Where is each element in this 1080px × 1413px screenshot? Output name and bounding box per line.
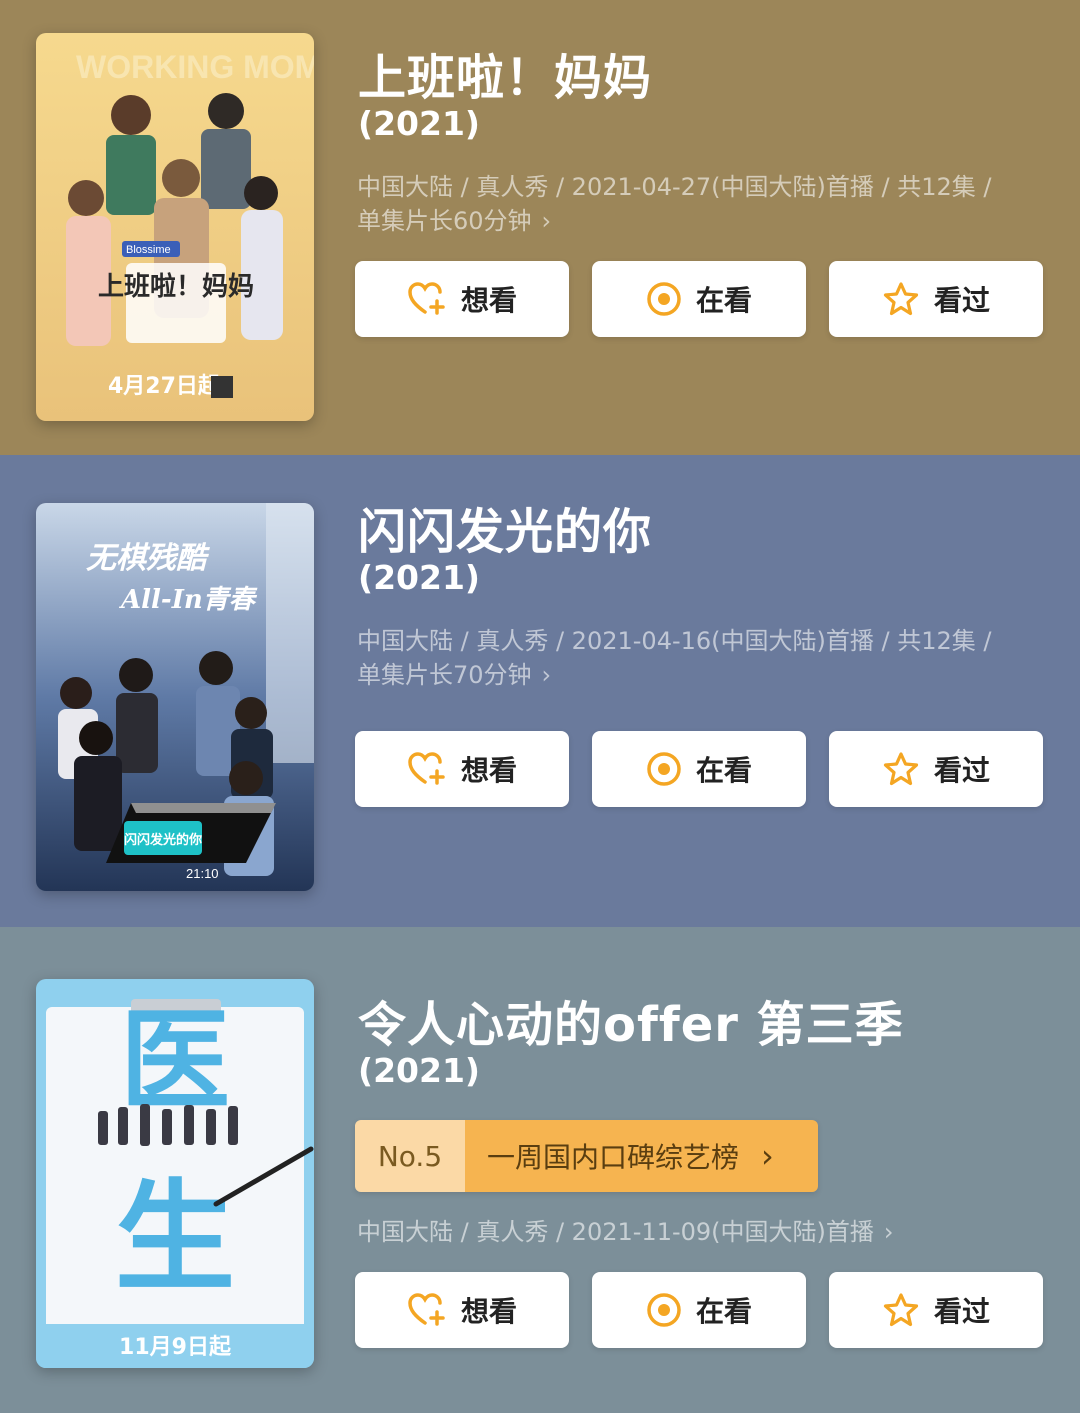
poster-date-text: 4月27日起	[108, 374, 221, 399]
poster-slogan-2: All-In青春	[118, 585, 258, 615]
want-button-label: 想看	[460, 754, 517, 787]
watched-button-label: 看过	[933, 284, 990, 317]
rank-banner[interactable]: No.5 一周国内口碑综艺榜 ›	[355, 1120, 818, 1192]
poster-big-char-2: 生	[115, 1169, 235, 1308]
meta-line-1: 中国大陆 / 真人秀 / 2021-11-09(中国大陆)首播	[357, 1218, 874, 1246]
star-icon	[883, 282, 919, 316]
poster-top-text: WORKING MOM	[76, 49, 314, 85]
show-meta[interactable]: 中国大陆 / 真人秀 / 2021-04-27(中国大陆)首播 / 共12集 /…	[357, 170, 1037, 238]
heart-plus-icon	[408, 282, 445, 315]
watched-button-label: 看过	[933, 1295, 990, 1328]
show-title: 令人心动的offer 第三季	[358, 997, 904, 1053]
show-meta[interactable]: 中国大陆 / 真人秀 / 2021-04-16(中国大陆)首播 / 共12集 /…	[357, 624, 1037, 692]
show-title: 闪闪发光的你	[358, 504, 653, 560]
star-icon	[883, 752, 919, 786]
watching-button-label: 在看	[695, 754, 752, 787]
poster-date-text: 11月9日起	[119, 1335, 232, 1360]
target-icon	[647, 752, 681, 786]
heart-plus-icon	[408, 1293, 445, 1326]
poster-image[interactable]: 医 生 11月9日起	[36, 979, 314, 1368]
chevron-right-icon: ›	[541, 207, 552, 235]
watching-button[interactable]: 在看	[592, 1272, 806, 1348]
star-icon	[883, 1293, 919, 1327]
movie-card-2[interactable]: 无棋残酷 All-In青春 闪闪发光的你 21:10 闪闪发光的你 (2021)…	[0, 455, 1080, 927]
chevron-right-icon: ›	[761, 1137, 774, 1175]
poster-big-char-1: 医	[120, 997, 230, 1125]
poster-image[interactable]: WORKING MOM 上班啦！妈妈 Blossime 4月27日起	[36, 33, 314, 421]
poster-brand: Blossime	[126, 244, 171, 256]
rank-number: No.5	[355, 1120, 465, 1192]
poster-slogan-1: 无棋残酷	[86, 541, 210, 576]
want-button-label: 想看	[460, 1295, 517, 1328]
show-year: (2021)	[358, 104, 481, 143]
want-button[interactable]: 想看	[355, 261, 569, 337]
rank-label: 一周国内口碑综艺榜	[487, 1141, 740, 1174]
meta-line-2: 单集片长70分钟	[357, 661, 532, 689]
heart-plus-icon	[408, 752, 445, 785]
show-meta[interactable]: 中国大陆 / 真人秀 / 2021-11-09(中国大陆)首播 ›	[357, 1215, 1037, 1249]
meta-line-2: 单集片长60分钟	[357, 207, 532, 235]
meta-line-1: 中国大陆 / 真人秀 / 2021-04-27(中国大陆)首播 / 共12集 /	[357, 173, 992, 201]
watched-button[interactable]: 看过	[829, 1272, 1043, 1348]
poster-logo-text: 上班啦！妈妈	[98, 271, 254, 302]
chevron-right-icon: ›	[541, 661, 552, 689]
show-year: (2021)	[358, 1051, 481, 1090]
show-year: (2021)	[358, 558, 481, 597]
chevron-right-icon: ›	[883, 1218, 894, 1246]
movie-card-1[interactable]: WORKING MOM 上班啦！妈妈 Blossime 4月27日起 上班啦！妈…	[0, 0, 1080, 455]
watched-button-label: 看过	[933, 754, 990, 787]
want-button-label: 想看	[460, 284, 517, 317]
poster-logo-text: 闪闪发光的你	[124, 832, 202, 848]
poster-image[interactable]: 无棋残酷 All-In青春 闪闪发光的你 21:10	[36, 503, 314, 891]
watched-button[interactable]: 看过	[829, 261, 1043, 337]
want-button[interactable]: 想看	[355, 1272, 569, 1348]
watched-button[interactable]: 看过	[829, 731, 1043, 807]
show-title: 上班啦！妈妈	[358, 50, 653, 106]
watching-button-label: 在看	[695, 1295, 752, 1328]
watching-button[interactable]: 在看	[592, 731, 806, 807]
target-icon	[647, 282, 681, 316]
poster-time-text: 21:10	[186, 866, 219, 881]
meta-line-1: 中国大陆 / 真人秀 / 2021-04-16(中国大陆)首播 / 共12集 /	[357, 627, 992, 655]
want-button[interactable]: 想看	[355, 731, 569, 807]
watching-button[interactable]: 在看	[592, 261, 806, 337]
target-icon	[647, 1293, 681, 1327]
watching-button-label: 在看	[695, 284, 752, 317]
